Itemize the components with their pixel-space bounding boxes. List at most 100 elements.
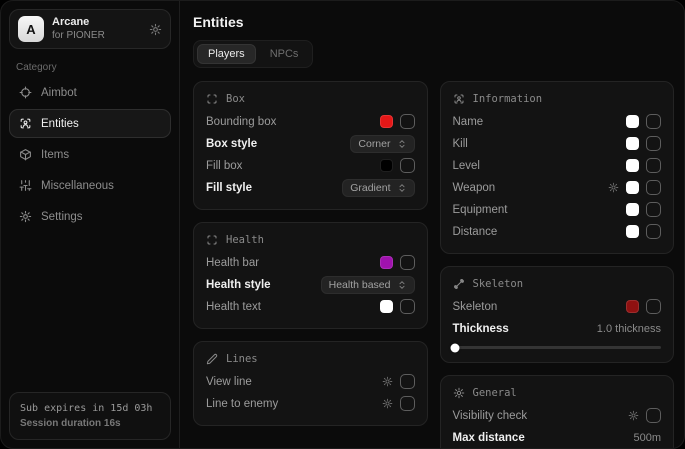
- weapon-checkbox[interactable]: [646, 180, 661, 195]
- app-window: A Arcane for PIONER Category AimbotEntit…: [0, 0, 685, 449]
- section-header: Health: [206, 234, 415, 246]
- gear-icon[interactable]: [382, 376, 393, 387]
- section-title: Health: [226, 234, 264, 246]
- brand-logo: A: [18, 16, 44, 42]
- gear-icon[interactable]: [628, 410, 639, 421]
- weapon-color-swatch[interactable]: [626, 181, 639, 194]
- health-text-checkbox[interactable]: [400, 299, 415, 314]
- chevrons-up-down-icon: [397, 183, 407, 193]
- section-header: Box: [206, 93, 415, 105]
- level-color-swatch[interactable]: [626, 159, 639, 172]
- health-bar-checkbox[interactable]: [400, 255, 415, 270]
- level-checkbox[interactable]: [646, 158, 661, 173]
- row-fill-box: Fill box: [206, 155, 415, 176]
- brand-subtitle: for PIONER: [52, 30, 105, 43]
- fill-style-dropdown[interactable]: Gradient: [342, 179, 414, 197]
- dropdown-value: Gradient: [350, 182, 390, 194]
- health-style-dropdown[interactable]: Health based: [321, 276, 415, 294]
- name-color-swatch[interactable]: [626, 115, 639, 128]
- dropdown-value: Corner: [358, 138, 390, 150]
- kill-checkbox[interactable]: [646, 136, 661, 151]
- name-checkbox[interactable]: [646, 114, 661, 129]
- bounding-box-checkbox[interactable]: [400, 114, 415, 129]
- sidebar-item-label: Settings: [41, 211, 83, 223]
- tab-npcs[interactable]: NPCs: [259, 44, 310, 64]
- line-to-enemy-checkbox[interactable]: [400, 396, 415, 411]
- equipment-checkbox[interactable]: [646, 202, 661, 217]
- row-distance: Distance: [453, 221, 662, 242]
- sidebar-item-label: Items: [41, 149, 69, 161]
- gear-icon: [453, 387, 465, 399]
- row-label: Bounding box: [206, 116, 276, 128]
- gear-icon[interactable]: [382, 398, 393, 409]
- row-label: Distance: [453, 226, 498, 238]
- package-icon: [19, 148, 32, 161]
- health-text-color-swatch[interactable]: [380, 300, 393, 313]
- sidebar-item-miscellaneous[interactable]: Miscellaneous: [9, 171, 171, 200]
- page-title: Entities: [193, 14, 674, 30]
- distance-color-swatch[interactable]: [626, 225, 639, 238]
- sidebar-item-entities[interactable]: Entities: [9, 109, 171, 138]
- skeleton-checkbox[interactable]: [646, 299, 661, 314]
- fill-box-checkbox[interactable]: [400, 158, 415, 173]
- row-label: Equipment: [453, 204, 508, 216]
- slider-thumb[interactable]: [450, 343, 459, 352]
- section-information: InformationNameKillLevelWeaponEquipmentD…: [440, 81, 675, 254]
- visibility-check-checkbox[interactable]: [646, 408, 661, 423]
- chevrons-up-down-icon: [397, 139, 407, 149]
- left-column: Box Bounding box Box styleCornerFill box Fi…: [193, 81, 428, 426]
- tab-players[interactable]: Players: [197, 44, 256, 64]
- row-label: Weapon: [453, 182, 496, 194]
- row-kill: Kill: [453, 133, 662, 154]
- row-thickness: Thickness1.0 thickness: [453, 318, 662, 339]
- row-label: Skeleton: [453, 301, 498, 313]
- kill-color-swatch[interactable]: [626, 137, 639, 150]
- chevrons-up-down-icon: [397, 280, 407, 290]
- row-visibility-check: Visibility check: [453, 405, 662, 426]
- section-health: HealthHealth barHealth styleHealth based…: [193, 222, 428, 329]
- row-label: Fill style: [206, 182, 252, 194]
- fill-box-color-swatch[interactable]: [380, 159, 393, 172]
- section-title: Skeleton: [473, 278, 524, 290]
- equipment-color-swatch[interactable]: [626, 203, 639, 216]
- box-style-dropdown[interactable]: Corner: [350, 135, 414, 153]
- person-scan-icon: [453, 93, 465, 105]
- row-label: Level: [453, 160, 481, 172]
- crosshair-icon: [19, 86, 32, 99]
- sidebar-item-items[interactable]: Items: [9, 140, 171, 169]
- settings-columns: Box Bounding box Box styleCornerFill box Fi…: [193, 81, 674, 448]
- section-header: Lines: [206, 353, 415, 365]
- row-max-distance: Max distance500m: [453, 427, 662, 448]
- section-title: Information: [473, 93, 543, 105]
- sidebar-item-settings[interactable]: Settings: [9, 202, 171, 231]
- sub-expires-text: Sub expires in 15d 03h: [20, 401, 160, 416]
- gear-icon[interactable]: [149, 23, 162, 36]
- view-line-checkbox[interactable]: [400, 374, 415, 389]
- section-header: General: [453, 387, 662, 399]
- row-label: Kill: [453, 138, 468, 150]
- distance-checkbox[interactable]: [646, 224, 661, 239]
- bounding-box-color-swatch[interactable]: [380, 115, 393, 128]
- sidebar-item-aimbot[interactable]: Aimbot: [9, 78, 171, 107]
- corners-icon: [206, 93, 218, 105]
- skeleton-color-swatch[interactable]: [626, 300, 639, 313]
- row-view-line: View line: [206, 371, 415, 392]
- dropdown-value: Health based: [329, 279, 391, 291]
- sidebar-nav: Aimbot Entities Items Miscellaneous Settings: [9, 78, 171, 231]
- category-label: Category: [16, 62, 164, 73]
- gear-icon[interactable]: [608, 182, 619, 193]
- section-header: Information: [453, 93, 662, 105]
- row-label: View line: [206, 376, 252, 388]
- health-bar-color-swatch[interactable]: [380, 256, 393, 269]
- thickness-slider[interactable]: [453, 346, 662, 349]
- tab-group: PlayersNPCs: [193, 40, 313, 68]
- row-label: Health bar: [206, 257, 259, 269]
- pencil-icon: [206, 353, 218, 365]
- row-health-bar: Health bar: [206, 252, 415, 273]
- main-panel: Entities PlayersNPCs Box Bounding box Box …: [180, 1, 684, 448]
- sidebar: A Arcane for PIONER Category AimbotEntit…: [1, 1, 180, 448]
- section-lines: LinesView lineLine to enemy: [193, 341, 428, 426]
- max-distance-value: 500m: [633, 432, 661, 444]
- row-box-style: Box styleCorner: [206, 133, 415, 154]
- sidebar-item-label: Entities: [41, 118, 79, 130]
